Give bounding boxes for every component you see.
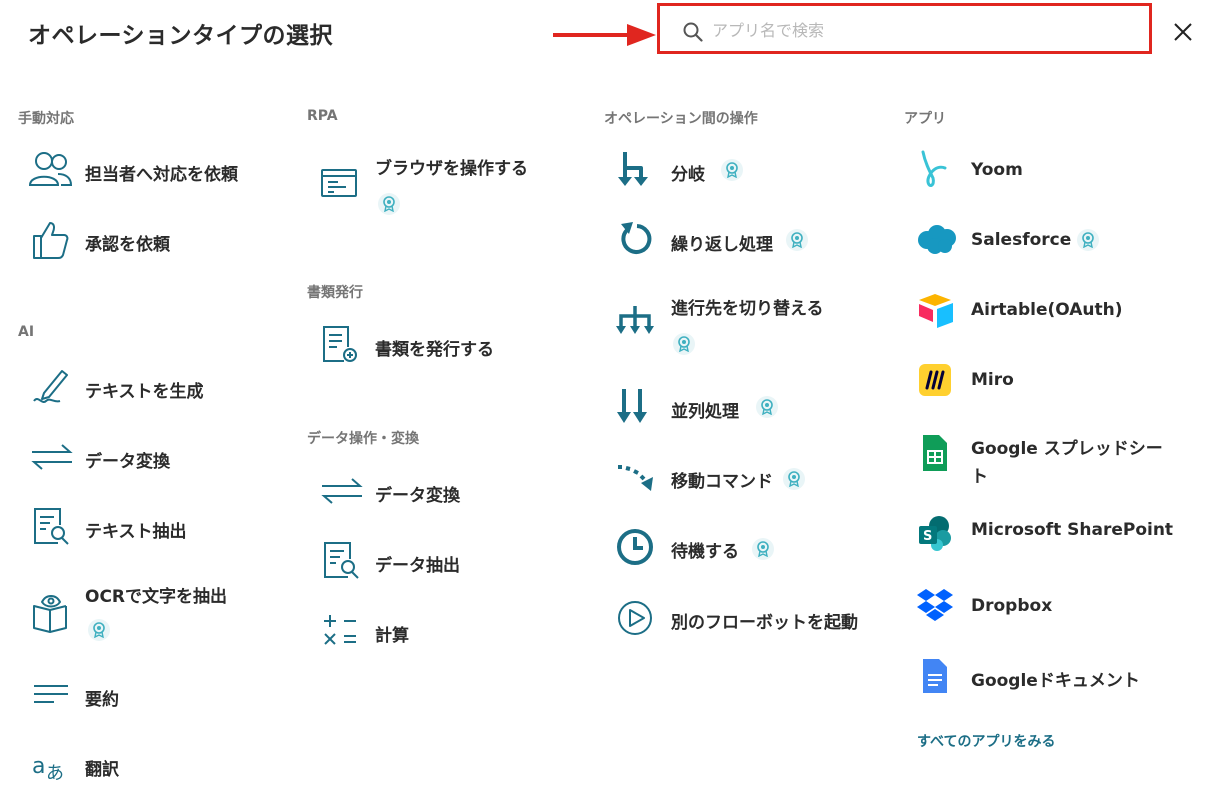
award-badge-icon <box>673 333 695 355</box>
award-badge-icon <box>786 229 808 251</box>
parallel-arrows-icon <box>617 389 647 423</box>
search-icon <box>683 22 703 42</box>
app-label: Salesforce <box>971 230 1072 250</box>
app-label: Dropbox <box>971 596 1053 616</box>
airtable-logo-icon <box>919 294 953 328</box>
swap-arrows-icon <box>31 444 73 470</box>
op-label: OCRで文字を抽出 <box>85 587 228 607</box>
app-label: Yoom <box>971 160 1023 180</box>
app-label: Microsoft SharePoint <box>971 520 1174 540</box>
section-rpa: RPA <box>307 108 338 124</box>
section-flow: オペレーション間の操作 <box>604 111 758 127</box>
section-data: データ操作・変換 <box>307 431 419 447</box>
op-label: ブラウザを操作する <box>375 159 528 179</box>
award-badge-icon <box>756 396 778 418</box>
text-lines-icon <box>34 685 68 703</box>
page-title: オペレーションタイプの選択 <box>28 23 334 49</box>
award-badge-icon <box>721 159 743 181</box>
app-label: Miro <box>971 370 1014 390</box>
search-input[interactable] <box>712 18 1132 42</box>
search-field[interactable] <box>657 3 1152 54</box>
thumbs-up-icon <box>33 222 69 259</box>
calculator-symbols-icon <box>324 615 356 645</box>
google-sheets-icon <box>923 435 947 471</box>
pen-write-icon <box>33 370 68 403</box>
op-label: 並列処理 <box>671 402 739 422</box>
award-badge-icon <box>1077 229 1099 251</box>
google-docs-icon <box>923 659 947 693</box>
loop-icon <box>621 222 652 254</box>
dropbox-icon <box>917 589 953 621</box>
award-badge-icon <box>378 193 400 215</box>
svg-text:a: a <box>32 754 45 779</box>
clock-icon <box>617 529 653 565</box>
document-search-icon <box>34 508 69 545</box>
browser-window-icon <box>321 169 357 197</box>
op-label: 待機する <box>671 542 739 562</box>
op-label: 計算 <box>375 626 409 646</box>
op-label: 分岐 <box>671 165 705 185</box>
app-label-wrap: ト <box>971 467 988 487</box>
close-icon[interactable] <box>1173 22 1193 42</box>
op-label: テキスト抽出 <box>85 522 187 542</box>
sharepoint-icon: S <box>919 516 951 551</box>
award-badge-icon <box>752 538 774 560</box>
svg-text:S: S <box>923 529 932 544</box>
book-eye-icon <box>33 595 67 633</box>
op-label: テキストを生成 <box>85 382 204 402</box>
multi-branch-icon <box>616 306 654 334</box>
app-label: Google スプレッドシー <box>971 439 1163 459</box>
swap-arrows-icon <box>321 478 363 504</box>
op-label: 書類を発行する <box>375 340 494 360</box>
op-label: データ変換 <box>375 486 460 506</box>
section-ai: AI <box>18 324 35 340</box>
op-label: 進行先を切り替える <box>671 299 824 319</box>
app-label: Googleドキュメント <box>971 671 1140 691</box>
document-search-icon <box>324 542 359 579</box>
app-label: Airtable(OAuth) <box>971 300 1123 320</box>
pointer-arrow-icon <box>553 24 656 46</box>
op-label: 翻訳 <box>85 760 119 780</box>
award-badge-icon <box>88 619 110 641</box>
yoom-logo-icon <box>921 150 947 187</box>
op-label: 移動コマンド <box>671 472 773 492</box>
document-add-icon <box>323 326 357 362</box>
section-doc: 書類発行 <box>307 285 363 301</box>
award-badge-icon <box>783 468 805 490</box>
op-label: データ抽出 <box>375 556 460 576</box>
op-label: 承認を依頼 <box>85 235 170 255</box>
op-label: 要約 <box>85 690 119 710</box>
dotted-arrow-icon <box>618 465 653 491</box>
op-label: 繰り返し処理 <box>671 235 773 255</box>
branch-icon <box>618 152 648 186</box>
salesforce-cloud-icon <box>918 225 956 254</box>
op-label: データ変換 <box>85 452 170 472</box>
op-label: 担当者へ対応を依頼 <box>85 165 238 185</box>
op-label: 別のフローボットを起動 <box>671 613 858 633</box>
users-icon <box>28 152 72 186</box>
section-apps: アプリ <box>904 111 946 127</box>
translate-icon: a あ <box>32 754 64 784</box>
play-circle-icon <box>618 601 652 635</box>
see-all-apps-link[interactable]: すべてのアプリをみる <box>917 731 1055 751</box>
miro-logo-icon <box>919 364 951 396</box>
section-manual: 手動対応 <box>18 111 74 127</box>
